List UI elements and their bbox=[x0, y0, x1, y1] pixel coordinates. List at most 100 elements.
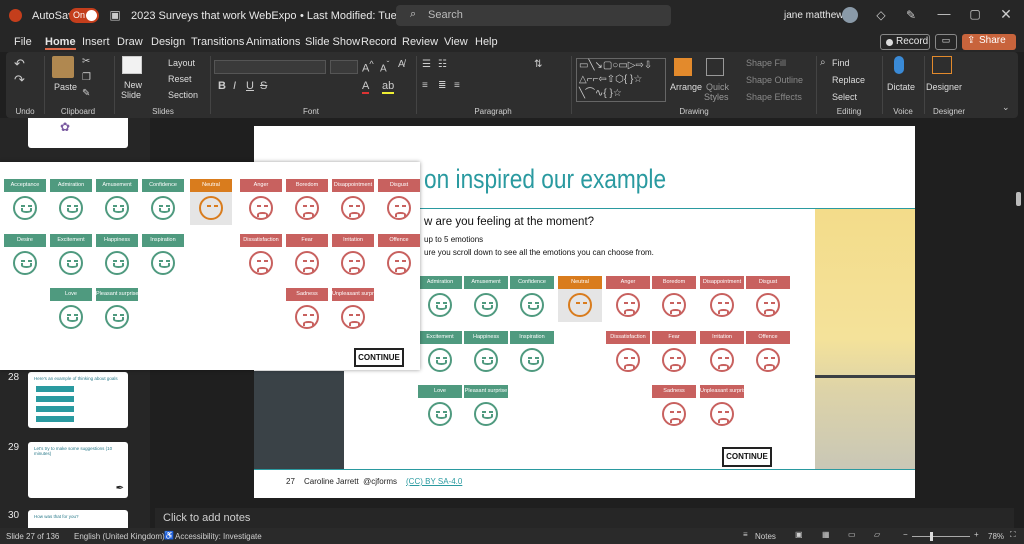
shapes-gallery[interactable]: ▭╲↘▢○▭▷⇨⇩ △⌐⌐⇦⇧⬡{ }☆ ╲⌒∿{ }☆ bbox=[576, 58, 666, 102]
emotion-face-neutral-icon[interactable] bbox=[568, 293, 592, 317]
clear-format-icon[interactable]: A̸ bbox=[398, 59, 405, 70]
menu-design[interactable]: Design bbox=[151, 36, 185, 48]
layout-button[interactable]: Layout bbox=[168, 58, 195, 68]
underline-icon[interactable]: U bbox=[246, 80, 254, 92]
thumbnail-slide-29[interactable]: Let's try to make some suggestions (10 m… bbox=[28, 442, 128, 498]
diamond-icon[interactable]: ◇ bbox=[874, 8, 888, 22]
new-slide-icon[interactable] bbox=[122, 56, 142, 74]
popup-continue-button[interactable]: CONTINUE bbox=[354, 348, 404, 367]
emotion-face-confidence-icon[interactable] bbox=[520, 293, 544, 317]
emotion-face-disgust-icon[interactable] bbox=[756, 293, 780, 317]
menu-record[interactable]: Record bbox=[361, 36, 396, 48]
decrease-font-icon[interactable]: Aˇ bbox=[380, 59, 389, 74]
minimize-icon[interactable]: — bbox=[937, 6, 951, 21]
dictate-label[interactable]: Dictate bbox=[887, 82, 915, 92]
font-color-icon[interactable]: A bbox=[362, 80, 370, 94]
menu-animations[interactable]: Animations bbox=[246, 36, 300, 48]
emotion-face-happiness-icon[interactable] bbox=[474, 348, 498, 372]
share-button[interactable]: ⇪ Share bbox=[962, 34, 1016, 50]
emotion-face-pleasant-surprise-icon[interactable] bbox=[474, 402, 498, 426]
emotion-face-excitement-icon[interactable] bbox=[59, 251, 83, 275]
thumbnail-slide-30[interactable]: How was that for you? bbox=[28, 510, 128, 528]
cut-icon[interactable]: ✂ bbox=[82, 56, 90, 67]
emotion-face-anger-icon[interactable] bbox=[616, 293, 640, 317]
redo-icon[interactable]: ↷ bbox=[14, 72, 25, 88]
notes-pane[interactable]: Click to add notes bbox=[155, 508, 1014, 528]
emotion-face-inspiration-icon[interactable] bbox=[151, 251, 175, 275]
italic-icon[interactable]: I bbox=[233, 80, 236, 92]
arrange-icon[interactable] bbox=[674, 58, 692, 76]
save-icon[interactable]: ▣ bbox=[108, 8, 122, 22]
emotion-face-disappointment-icon[interactable] bbox=[710, 293, 734, 317]
arrange-label[interactable]: Arrange bbox=[670, 82, 702, 92]
comments-button[interactable]: ▭ bbox=[935, 34, 957, 50]
emotion-face-amusement-icon[interactable] bbox=[474, 293, 498, 317]
paste-label[interactable]: Paste bbox=[54, 82, 77, 92]
align-left-icon[interactable]: ≡ bbox=[422, 80, 428, 91]
document-title[interactable]: 2023 Surveys that work WebExpo bbox=[131, 10, 297, 22]
fit-slide-icon[interactable]: ⛶ bbox=[1010, 530, 1016, 540]
emotion-face-desire-icon[interactable] bbox=[13, 251, 37, 275]
pen-icon[interactable]: ✎ bbox=[904, 8, 918, 22]
autosave-toggle[interactable]: On bbox=[69, 8, 99, 23]
emotion-face-irritation-icon[interactable] bbox=[710, 348, 734, 372]
designer-label[interactable]: Designer bbox=[926, 82, 962, 92]
quick-label[interactable]: Quick bbox=[706, 82, 729, 92]
footer-license-link[interactable]: (CC) BY SA-4.0 bbox=[406, 477, 462, 486]
styles-label[interactable]: Styles bbox=[704, 92, 729, 102]
menu-view[interactable]: View bbox=[444, 36, 468, 48]
emotion-face-acceptance-icon[interactable] bbox=[13, 196, 37, 220]
align-center-icon[interactable]: ≣ bbox=[438, 80, 446, 91]
copy-icon[interactable]: ❐ bbox=[82, 72, 91, 83]
slideshow-icon[interactable]: ▱ bbox=[874, 530, 880, 539]
find-button[interactable]: Find bbox=[832, 58, 850, 68]
search-box[interactable]: ⌕ Search bbox=[396, 5, 671, 26]
close-icon[interactable]: ✕ bbox=[999, 6, 1013, 23]
align-right-icon[interactable]: ≡ bbox=[454, 80, 460, 91]
emotion-face-boredom-icon[interactable] bbox=[662, 293, 686, 317]
record-button[interactable]: Record bbox=[880, 34, 930, 50]
emotion-face-excitement-icon[interactable] bbox=[428, 348, 452, 372]
menu-insert[interactable]: Insert bbox=[82, 36, 110, 48]
thumbnail-slide-26[interactable] bbox=[28, 118, 128, 148]
shape-outline-button[interactable]: Shape Outline bbox=[746, 75, 803, 85]
emotion-face-happiness-icon[interactable] bbox=[105, 251, 129, 275]
slide-continue-button[interactable]: CONTINUE bbox=[722, 447, 772, 467]
emotion-face-unpleasant-surprise-icon[interactable] bbox=[341, 305, 365, 329]
highlight-icon[interactable]: ab bbox=[382, 80, 395, 94]
menu-file[interactable]: File bbox=[14, 36, 32, 48]
menu-transitions[interactable]: Transitions bbox=[191, 36, 244, 48]
emotion-face-love-icon[interactable] bbox=[428, 402, 452, 426]
zoom-slider[interactable] bbox=[912, 536, 970, 537]
shape-fill-button[interactable]: Shape Fill bbox=[746, 58, 786, 68]
strike-icon[interactable]: S bbox=[260, 80, 267, 92]
new-slide-label2[interactable]: Slide bbox=[121, 90, 141, 100]
avatar[interactable] bbox=[842, 7, 858, 23]
collapse-ribbon-icon[interactable]: ⌄ bbox=[1002, 102, 1010, 113]
slide-sorter-icon[interactable]: ▦ bbox=[822, 530, 830, 539]
new-slide-label[interactable]: New bbox=[124, 80, 142, 90]
bullets-icon[interactable]: ☰ bbox=[422, 59, 431, 70]
font-name-box[interactable] bbox=[214, 60, 326, 74]
emotion-face-admiration-icon[interactable] bbox=[428, 293, 452, 317]
emotion-face-unpleasant-surprise-icon[interactable] bbox=[710, 402, 734, 426]
emotion-face-inspiration-icon[interactable] bbox=[520, 348, 544, 372]
microphone-icon[interactable] bbox=[894, 56, 904, 74]
menu-slide-show[interactable]: Slide Show bbox=[305, 36, 360, 48]
quick-styles-icon[interactable] bbox=[706, 58, 724, 76]
reset-button[interactable]: Reset bbox=[168, 74, 192, 84]
emotion-face-anger-icon[interactable] bbox=[249, 196, 273, 220]
designer-icon[interactable] bbox=[932, 56, 952, 74]
emotion-face-boredom-icon[interactable] bbox=[295, 196, 319, 220]
menu-help[interactable]: Help bbox=[475, 36, 498, 48]
scrollbar-thumb[interactable] bbox=[1016, 192, 1021, 206]
zoom-level[interactable]: 78% bbox=[988, 532, 1004, 541]
user-name[interactable]: jane matthews bbox=[784, 10, 848, 21]
emotion-face-amusement-icon[interactable] bbox=[105, 196, 129, 220]
accessibility-status[interactable]: Accessibility: Investigate bbox=[175, 532, 262, 541]
format-painter-icon[interactable]: ✎ bbox=[82, 88, 90, 99]
emotion-face-disappointment-icon[interactable] bbox=[341, 196, 365, 220]
emotion-face-offence-icon[interactable] bbox=[387, 251, 411, 275]
maximize-icon[interactable]: ▢ bbox=[968, 7, 982, 21]
reading-view-icon[interactable]: ▭ bbox=[848, 530, 856, 539]
